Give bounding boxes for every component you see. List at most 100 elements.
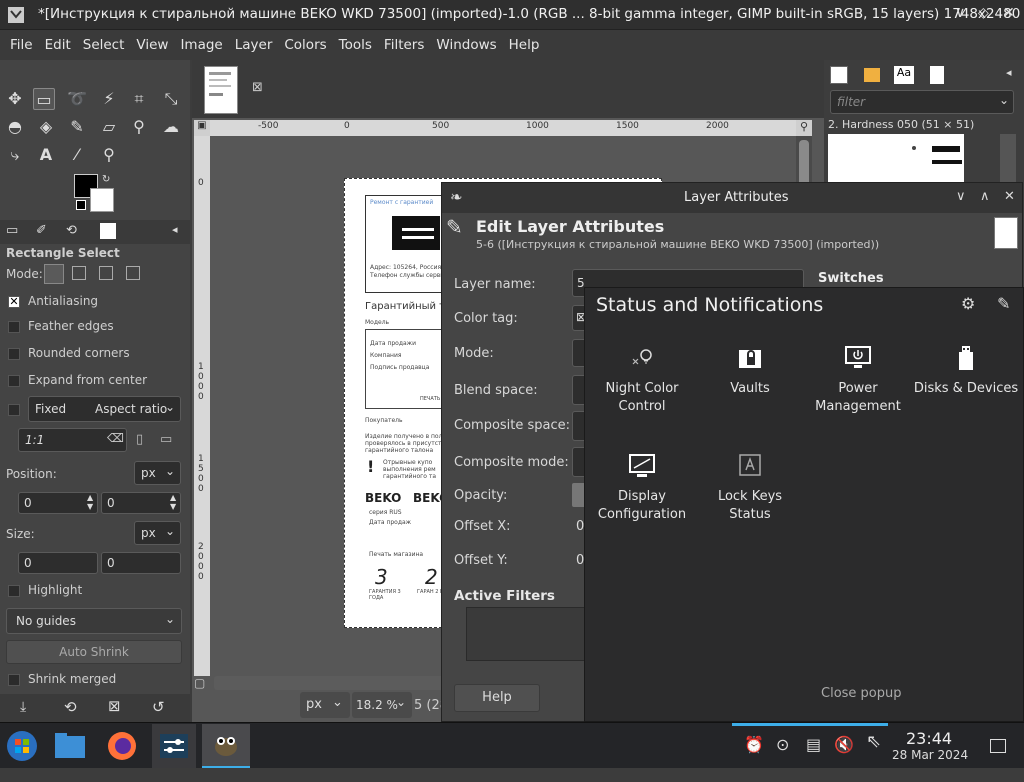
clipboard-icon[interactable]: ▤ bbox=[806, 735, 821, 754]
device-status-tab-icon[interactable]: ✐ bbox=[36, 223, 47, 238]
swap-colors-icon[interactable]: ↻ bbox=[102, 174, 110, 185]
rounded-option[interactable]: Rounded corners bbox=[8, 346, 130, 360]
menu-image[interactable]: Image bbox=[170, 30, 222, 53]
shrink-merged-option[interactable]: Shrink merged bbox=[8, 672, 116, 686]
volume-muted-icon[interactable]: 🔇 bbox=[834, 735, 854, 754]
firefox-icon[interactable] bbox=[100, 724, 144, 768]
menu-colors[interactable]: Colors bbox=[274, 30, 326, 53]
expand-checkbox[interactable] bbox=[8, 374, 20, 387]
spin-icon[interactable]: ▲ ▼ bbox=[170, 493, 176, 511]
paintbrush-tool-icon[interactable]: ✎ bbox=[66, 116, 88, 138]
menu-view[interactable]: View bbox=[126, 30, 168, 53]
auto-shrink-button[interactable]: Auto Shrink bbox=[6, 640, 182, 664]
color-picker-tool-icon[interactable]: ⁄ bbox=[66, 144, 88, 166]
mode-intersect-icon[interactable] bbox=[126, 266, 140, 280]
minimize-icon[interactable]: ∨ bbox=[955, 5, 965, 21]
expand-option[interactable]: Expand from center bbox=[8, 373, 147, 387]
antialiasing-checkbox[interactable]: ✕ bbox=[8, 295, 20, 308]
feather-checkbox[interactable] bbox=[8, 320, 20, 333]
zoom-fit-icon[interactable]: ⚲ bbox=[796, 120, 812, 136]
fixed-checkbox[interactable] bbox=[8, 403, 20, 416]
fuzzy-select-tool-icon[interactable]: ⚡ bbox=[98, 88, 120, 110]
mode-add-icon[interactable] bbox=[72, 266, 86, 280]
tab-menu-icon[interactable]: ◂ bbox=[1006, 66, 1012, 79]
highlight-option[interactable]: Highlight bbox=[8, 583, 82, 597]
menu-windows[interactable]: Windows bbox=[426, 30, 496, 53]
fixed-checkbox-wrap[interactable] bbox=[8, 402, 28, 416]
menu-help[interactable]: Help bbox=[499, 30, 540, 53]
clone-tool-icon[interactable]: ⚲ bbox=[128, 116, 150, 138]
close-icon[interactable]: ✕ bbox=[1004, 189, 1015, 204]
settings-app-icon[interactable] bbox=[152, 724, 196, 768]
menu-filters[interactable]: Filters bbox=[374, 30, 424, 53]
zoom-select[interactable]: 18.2 % ⌄ bbox=[352, 692, 412, 718]
delete-options-icon[interactable]: ⊠ bbox=[108, 697, 121, 715]
default-colors-icon[interactable] bbox=[76, 200, 86, 210]
navigate-icon[interactable]: ▢ bbox=[194, 676, 210, 692]
start-menu-icon[interactable] bbox=[0, 724, 44, 768]
landscape-icon[interactable]: ▭ bbox=[160, 432, 172, 447]
pin-icon[interactable]: ✎ bbox=[997, 294, 1010, 313]
lasso-tool-icon[interactable]: ➰ bbox=[66, 88, 88, 110]
spin-icon[interactable]: ▲ ▼ bbox=[87, 493, 93, 511]
horizontal-scrollbar[interactable] bbox=[214, 676, 444, 690]
size-unit-select[interactable]: px ⌄ bbox=[134, 521, 181, 545]
size-h-input[interactable]: 0 bbox=[101, 552, 181, 574]
move-tool-icon[interactable]: ✥ bbox=[4, 88, 26, 110]
tab-menu-icon[interactable]: ◂ bbox=[172, 223, 178, 236]
image-thumbnail[interactable] bbox=[204, 66, 238, 114]
brush-scrollbar[interactable] bbox=[1000, 134, 1016, 184]
bucket-fill-tool-icon[interactable]: ◈ bbox=[35, 116, 57, 138]
help-button[interactable]: Help bbox=[454, 684, 540, 712]
clock-date[interactable]: 28 Mar 2024 bbox=[892, 748, 968, 762]
close-popup-button[interactable]: Close popup bbox=[821, 686, 902, 701]
fixed-dropdown[interactable]: Fixed Aspect ratio ⌄ bbox=[28, 396, 181, 422]
position-unit-select[interactable]: px ⌄ bbox=[134, 461, 181, 485]
smudge-tool-icon[interactable]: ☁ bbox=[160, 116, 182, 138]
show-desktop-icon[interactable] bbox=[990, 739, 1006, 753]
minimize-icon[interactable]: ∨ bbox=[956, 189, 966, 204]
close-tab-icon[interactable]: ⊠ bbox=[252, 80, 263, 95]
restore-icon[interactable]: ◇ bbox=[978, 5, 989, 21]
antialiasing-option[interactable]: ✕ Antialiasing bbox=[8, 294, 98, 308]
position-y-input[interactable]: 0 ▲ ▼ bbox=[101, 492, 181, 514]
brush-grid[interactable] bbox=[828, 134, 964, 184]
clock-time[interactable]: 23:44 bbox=[906, 729, 952, 748]
portrait-icon[interactable]: ▯ bbox=[136, 432, 143, 447]
warp-tool-icon[interactable]: ◓ bbox=[4, 116, 26, 138]
images-tab-icon[interactable] bbox=[100, 223, 116, 239]
zoom-tool-icon[interactable]: ⚲ bbox=[98, 144, 120, 166]
close-icon[interactable]: ✕ bbox=[1003, 5, 1015, 21]
position-x-input[interactable]: 0 ▲ ▼ bbox=[18, 492, 98, 514]
eraser-tool-icon[interactable]: ▱ bbox=[98, 116, 120, 138]
feather-option[interactable]: Feather edges bbox=[8, 319, 114, 333]
tool-options-tab-icon[interactable]: ▭ bbox=[6, 223, 18, 238]
menu-file[interactable]: File bbox=[0, 30, 33, 53]
display-config-item[interactable]: Display Configuration bbox=[588, 452, 696, 524]
text-tool-icon[interactable]: A bbox=[35, 144, 57, 166]
power-management-item[interactable]: Power Management bbox=[804, 344, 912, 416]
updates-icon[interactable]: ⊙ bbox=[776, 735, 789, 754]
paths-tool-icon[interactable]: ⤷ bbox=[4, 144, 26, 166]
mode-replace-icon[interactable] bbox=[44, 264, 64, 284]
crop-tool-icon[interactable]: ⌗ bbox=[128, 88, 150, 110]
reset-options-icon[interactable]: ↺ bbox=[152, 698, 165, 716]
vaults-item[interactable]: Vaults bbox=[696, 344, 804, 398]
maximize-icon[interactable]: ∧ bbox=[980, 189, 990, 204]
menu-tools[interactable]: Tools bbox=[329, 30, 372, 53]
menu-select[interactable]: Select bbox=[73, 30, 125, 53]
highlight-checkbox[interactable] bbox=[8, 584, 20, 597]
undo-history-tab-icon[interactable]: ⟲ bbox=[66, 223, 77, 238]
rounded-checkbox[interactable] bbox=[8, 347, 20, 360]
file-manager-icon[interactable] bbox=[48, 724, 92, 768]
active-filters-list[interactable] bbox=[466, 607, 586, 661]
documents-tab-icon[interactable] bbox=[930, 66, 944, 84]
clear-icon[interactable]: ⌫ bbox=[107, 431, 124, 445]
gimp-taskbar-icon[interactable] bbox=[202, 724, 250, 768]
quick-mask-corner-icon[interactable]: ▣ bbox=[194, 120, 210, 136]
shrink-merged-checkbox[interactable] bbox=[8, 673, 20, 686]
unit-select[interactable]: px ⌄ bbox=[300, 692, 350, 718]
menu-edit[interactable]: Edit bbox=[35, 30, 71, 53]
guides-select[interactable]: No guides ⌄ bbox=[6, 608, 182, 634]
restore-options-icon[interactable]: ⟲ bbox=[64, 698, 77, 716]
